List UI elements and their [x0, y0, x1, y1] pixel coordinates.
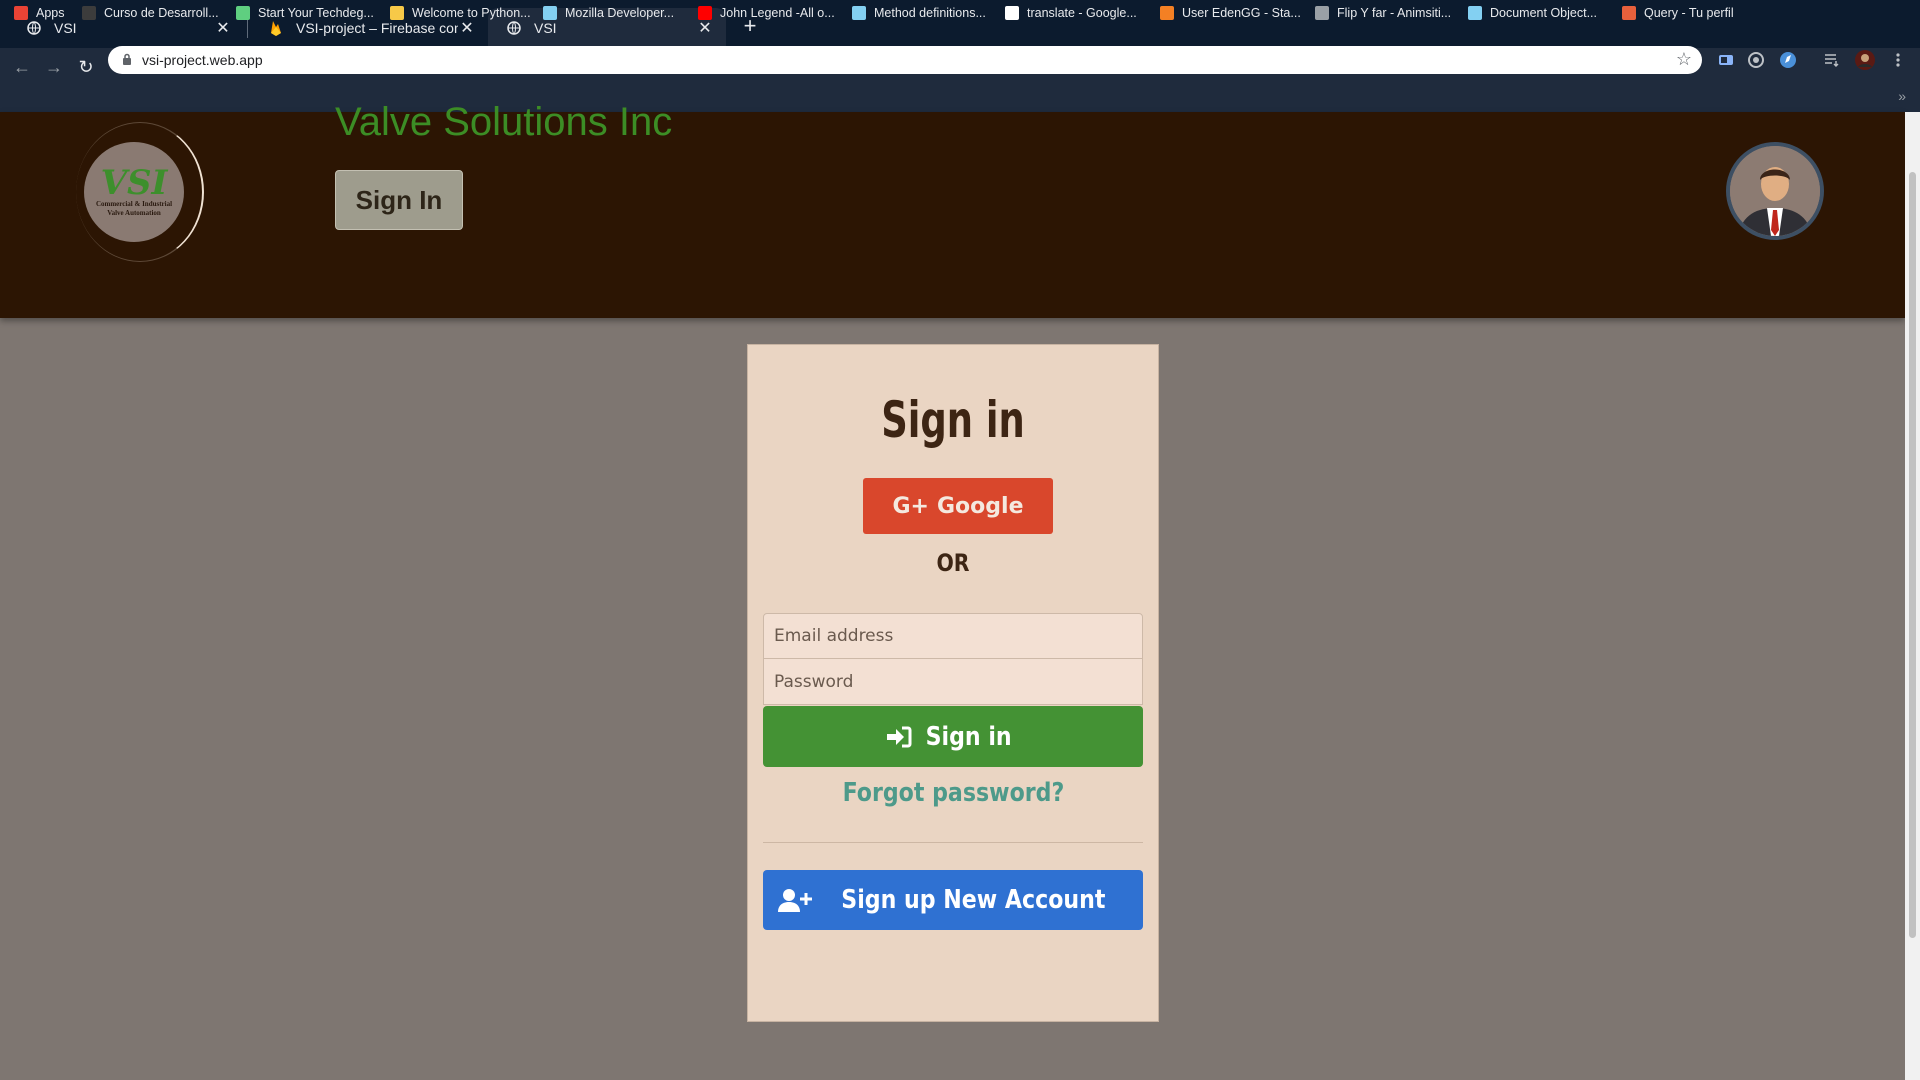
forgot-password-link[interactable]: Forgot password? [748, 778, 1158, 808]
bookmark-star-icon[interactable]: ☆ [1676, 49, 1692, 70]
scrollbar-thumb[interactable] [1909, 172, 1916, 938]
treehouse-icon [236, 6, 250, 20]
page-content: VSI Commercial & Industrial Valve Automa… [0, 100, 1920, 1080]
google-sign-in-button[interactable]: G+ Google [863, 478, 1053, 534]
sign-in-arrow-icon [886, 726, 912, 748]
bookmark-label: Mozilla Developer... [565, 6, 675, 20]
python-icon [390, 6, 404, 20]
forgot-password-label: Forgot password? [842, 778, 1064, 808]
youtube-icon [698, 6, 712, 20]
mdn-icon [1468, 6, 1482, 20]
bookmark-item[interactable]: translate - Google... [1005, 4, 1137, 22]
page-scrollbar[interactable] [1905, 112, 1920, 1080]
url-text: vsi-project.web.app [142, 52, 263, 68]
email-field[interactable] [763, 613, 1143, 659]
apps-grid-icon [14, 6, 28, 20]
password-field[interactable] [763, 659, 1143, 705]
password-input[interactable] [774, 671, 1132, 692]
extension-icon[interactable] [1716, 50, 1736, 70]
mdn-icon [852, 6, 866, 20]
bookmark-item[interactable]: John Legend -All o... [698, 4, 835, 22]
bookmark-label: Method definitions... [874, 6, 986, 20]
google-icon [1005, 6, 1019, 20]
bookmark-item[interactable]: Method definitions... [852, 4, 986, 22]
profile-avatar-icon[interactable] [1855, 50, 1875, 70]
brand-title: Valve Solutions Inc [335, 100, 673, 144]
address-bar[interactable]: vsi-project.web.app ☆ [108, 46, 1702, 74]
mdn-icon [543, 6, 557, 20]
bookmark-label: Flip Y far - Animsiti... [1337, 6, 1452, 20]
logo-subtitle: Commercial & Industrial [95, 200, 173, 208]
or-separator: OR [936, 549, 970, 577]
query-icon [1622, 6, 1636, 20]
reading-list-icon[interactable] [1822, 50, 1842, 70]
bookmarks-bar [0, 86, 1920, 112]
card-title: Sign in [881, 391, 1025, 449]
firebase-icon [268, 20, 284, 36]
bookmark-label: translate - Google... [1027, 6, 1137, 20]
extension-target-icon[interactable] [1746, 50, 1766, 70]
forward-icon[interactable]: → [42, 55, 66, 79]
bookmark-label: Start Your Techdeg... [258, 6, 374, 20]
bookmark-label: Document Object... [1490, 6, 1597, 20]
sign-in-button[interactable]: Sign in [763, 706, 1143, 767]
lock-icon [122, 53, 132, 71]
sign-in-button-label: Sign in [925, 721, 1013, 752]
bookmark-item[interactable]: Query - Tu perfil [1622, 4, 1734, 22]
email-input[interactable] [774, 626, 1132, 646]
google-button-label: Google [937, 493, 1024, 519]
site-header: VSI Commercial & Industrial Valve Automa… [0, 100, 1905, 318]
tab-title: VSI [534, 20, 557, 36]
sign-up-button[interactable]: Sign up New Account [763, 870, 1143, 930]
extension-compass-icon[interactable] [1778, 50, 1798, 70]
bookmark-label: Welcome to Python... [412, 6, 531, 20]
bookmark-item[interactable]: Mozilla Developer... [543, 4, 674, 22]
stackoverflow-icon [1160, 6, 1174, 20]
globe-icon [26, 20, 42, 36]
bookmark-label: Curso de Desarroll... [104, 6, 219, 20]
kebab-menu-icon[interactable] [1888, 50, 1908, 70]
add-user-icon [777, 888, 812, 912]
bookmark-item[interactable]: Curso de Desarroll... [82, 4, 219, 22]
user-avatar-icon[interactable] [1726, 142, 1824, 240]
bookmark-item[interactable]: User EdenGG - Sta... [1160, 4, 1301, 22]
bookmarks-overflow-icon[interactable]: » [1898, 88, 1906, 104]
divider [763, 842, 1143, 843]
bookmark-item[interactable]: Apps [14, 4, 65, 22]
sign-in-card: Sign in G+ Google OR Sign in Forgot pass… [747, 344, 1159, 1022]
bookmark-item[interactable]: Start Your Techdeg... [236, 4, 374, 22]
sign-up-button-label: Sign up New Account [840, 885, 1106, 915]
header-sign-in-button[interactable]: Sign In [335, 170, 463, 230]
course-icon [82, 6, 96, 20]
google-plus-icon: G+ [892, 493, 930, 519]
bookmark-label: John Legend -All o... [720, 6, 835, 20]
vsi-logo[interactable]: VSI Commercial & Industrial Valve Automa… [84, 142, 184, 242]
bookmark-label: Query - Tu perfil [1644, 6, 1734, 20]
tab-title: VSI [54, 20, 77, 36]
bookmark-label: User EdenGG - Sta... [1182, 6, 1301, 20]
reload-icon[interactable]: ↻ [74, 55, 98, 79]
logo-mark: VSI [100, 163, 168, 203]
bookmark-label: Apps [36, 6, 65, 20]
tab-title: VSI-project – Firebase console [296, 20, 458, 36]
globe-icon [1315, 6, 1329, 20]
bookmark-item[interactable]: Flip Y far - Animsiti... [1315, 4, 1451, 22]
bookmark-item[interactable]: Document Object... [1468, 4, 1597, 22]
globe-icon [506, 20, 522, 36]
bookmark-item[interactable]: Welcome to Python... [390, 4, 531, 22]
logo-subtitle: Valve Automation [107, 209, 161, 217]
back-icon[interactable]: ← [10, 55, 34, 79]
